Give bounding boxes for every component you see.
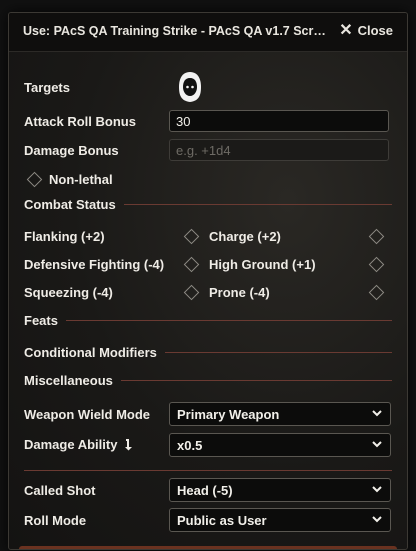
section-divider	[123, 204, 392, 205]
high-ground-label: High Ground (+1)	[209, 257, 316, 272]
window-title: Use: PAcS QA Training Strike - PAcS QA v…	[23, 24, 328, 38]
called-shot-select[interactable]: Head (-5)	[169, 478, 391, 502]
miscellaneous-title: Miscellaneous	[24, 373, 113, 388]
prone-label: Prone (-4)	[209, 285, 270, 300]
divider	[24, 470, 392, 471]
dialog-window: Use: PAcS QA Training Strike - PAcS QA v…	[8, 12, 408, 550]
chevron-down-icon	[372, 410, 382, 417]
feats-heading[interactable]: Feats	[24, 313, 392, 328]
targets-label: Targets	[24, 80, 70, 95]
damage-ability-value: x0.5	[177, 437, 203, 453]
damage-ability-text: Damage Ability	[24, 437, 118, 452]
close-icon: ✕	[339, 21, 353, 39]
high-ground-checkbox[interactable]	[368, 256, 385, 273]
damage-bonus-input[interactable]	[169, 139, 389, 161]
damage-bonus-label: Damage Bonus	[24, 143, 119, 158]
weapon-wield-mode-value: Primary Weapon	[177, 406, 280, 422]
roll-mode-value: Public as User	[177, 512, 267, 528]
defensive-fighting-label: Defensive Fighting (-4)	[24, 257, 165, 272]
section-divider	[164, 352, 392, 353]
section-divider	[120, 380, 392, 381]
charge-label: Charge (+2)	[209, 229, 281, 244]
conditional-modifiers-heading[interactable]: Conditional Modifiers	[24, 345, 392, 360]
roll-mode-label: Roll Mode	[24, 513, 87, 528]
squeezing-label: Squeezing (-4)	[24, 285, 113, 300]
chevron-down-icon	[372, 486, 382, 493]
weapon-wield-mode-select[interactable]: Primary Weapon	[169, 402, 391, 426]
flanking-label: Flanking (+2)	[24, 229, 105, 244]
charge-checkbox[interactable]	[368, 228, 385, 245]
damage-ability-select[interactable]: x0.5	[169, 433, 391, 457]
feats-title: Feats	[24, 313, 58, 328]
arrow-down-icon	[125, 439, 133, 451]
hooded-figure-icon[interactable]	[177, 71, 203, 103]
section-divider	[65, 320, 392, 321]
flanking-checkbox[interactable]	[183, 228, 200, 245]
called-shot-value: Head (-5)	[177, 482, 233, 498]
dialog-content: Targets Attack Roll Bonus Damage Bonus N…	[9, 51, 407, 549]
called-shot-label: Called Shot	[24, 483, 96, 498]
chevron-down-icon	[372, 441, 382, 448]
combat-status-title: Combat Status	[24, 197, 116, 212]
conditional-modifiers-title: Conditional Modifiers	[24, 345, 157, 360]
miscellaneous-heading[interactable]: Miscellaneous	[24, 373, 392, 388]
weapon-wield-mode-label: Weapon Wield Mode	[24, 407, 151, 422]
defensive-fighting-checkbox[interactable]	[183, 256, 200, 273]
close-button[interactable]: ✕ Close	[339, 21, 393, 39]
title-bar[interactable]: Use: PAcS QA Training Strike - PAcS QA v…	[9, 13, 407, 52]
squeezing-checkbox[interactable]	[183, 284, 200, 301]
roll-mode-select[interactable]: Public as User	[169, 508, 391, 532]
non-lethal-checkbox[interactable]	[26, 171, 43, 188]
close-label: Close	[357, 23, 393, 38]
attack-roll-bonus-label: Attack Roll Bonus	[24, 114, 136, 129]
attack-roll-bonus-input[interactable]	[169, 110, 389, 132]
non-lethal-label: Non-lethal	[49, 172, 113, 187]
damage-ability-label: Damage Ability	[24, 437, 135, 452]
prone-checkbox[interactable]	[368, 284, 385, 301]
combat-status-heading: Combat Status	[24, 197, 392, 212]
roll-button[interactable]	[19, 546, 397, 549]
chevron-down-icon	[372, 516, 382, 523]
